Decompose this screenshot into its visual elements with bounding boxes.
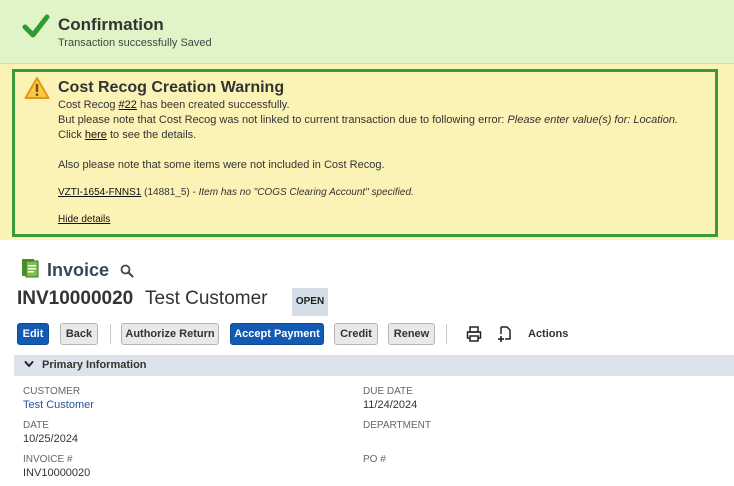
toolbar-divider — [446, 324, 447, 344]
warning-banner: Cost Recog Creation Warning Cost Recog #… — [0, 64, 734, 240]
section-title: Primary Information — [42, 359, 147, 371]
warning-line-items: Also please note that some items were no… — [58, 159, 385, 171]
warning-error-text: Please enter value(s) for: Location. — [507, 114, 679, 126]
credit-button[interactable]: Credit — [334, 323, 378, 345]
renew-button[interactable]: Renew — [388, 323, 435, 345]
warning-line3-prefix: Click — [58, 129, 85, 141]
invoice-number-label: INVOICE # — [23, 454, 73, 465]
edit-button[interactable]: Edit — [17, 323, 49, 345]
search-icon[interactable] — [120, 264, 134, 278]
primary-information-section[interactable]: Primary Information — [14, 355, 734, 376]
authorize-return-button[interactable]: Authorize Return — [121, 323, 219, 345]
warning-line-created: Cost Recog #22 has been created successf… — [58, 99, 290, 111]
warning-line3-suffix: to see the details. — [106, 129, 197, 141]
details-link[interactable]: here — [85, 129, 107, 141]
record-type-title: Invoice — [47, 260, 110, 280]
department-label: DEPARTMENT — [363, 420, 431, 431]
item-code: (14881_5) - — [141, 187, 199, 198]
invoice-document-icon — [22, 259, 39, 278]
warning-line-error: But please note that Cost Recog was not … — [58, 114, 678, 126]
record-number: INV10000020 — [17, 288, 134, 309]
warning-item-row: VZTI-1654-FNNS1 (14881_5) - Item has no … — [58, 187, 414, 198]
accept-payment-button[interactable]: Accept Payment — [230, 323, 324, 345]
warning-line1-prefix: Cost Recog — [58, 99, 119, 111]
due-date-value: 11/24/2024 — [363, 399, 418, 411]
due-date-label: DUE DATE — [363, 386, 413, 397]
chevron-down-icon[interactable] — [24, 359, 34, 369]
warning-title: Cost Recog Creation Warning — [58, 79, 285, 96]
date-label: DATE — [23, 420, 49, 431]
invoice-number-value: INV10000020 — [23, 467, 91, 479]
warning-triangle-icon — [24, 77, 50, 99]
warning-line-details: Click here to see the details. — [58, 129, 196, 141]
record-customer-name: Test Customer — [145, 288, 268, 309]
item-note: Item has no "COGS Clearing Account" spec… — [198, 187, 414, 198]
warning-line2-prefix: But please note that Cost Recog was not … — [58, 114, 508, 126]
customer-label: CUSTOMER — [23, 386, 81, 397]
actions-menu[interactable]: Actions — [528, 328, 568, 340]
toolbar-divider — [110, 324, 111, 344]
back-button[interactable]: Back — [60, 323, 98, 345]
new-document-icon[interactable] — [497, 325, 513, 343]
status-badge: OPEN — [292, 288, 328, 316]
po-number-label: PO # — [363, 454, 386, 465]
cost-recog-link[interactable]: #22 — [119, 99, 137, 111]
print-icon[interactable] — [466, 325, 482, 343]
date-value: 10/25/2024 — [23, 433, 79, 445]
item-link[interactable]: VZTI-1654-FNNS1 — [58, 187, 141, 198]
warning-line1-suffix: has been created successfully. — [136, 99, 290, 111]
confirmation-title: Confirmation — [58, 15, 164, 34]
check-icon — [22, 14, 50, 38]
confirmation-message: Transaction successfully Saved — [58, 37, 212, 49]
hide-details-row: Hide details — [58, 214, 110, 225]
customer-value[interactable]: Test Customer — [23, 399, 94, 411]
confirmation-banner: Confirmation Transaction successfully Sa… — [0, 0, 734, 64]
hide-details-link[interactable]: Hide details — [58, 214, 110, 225]
